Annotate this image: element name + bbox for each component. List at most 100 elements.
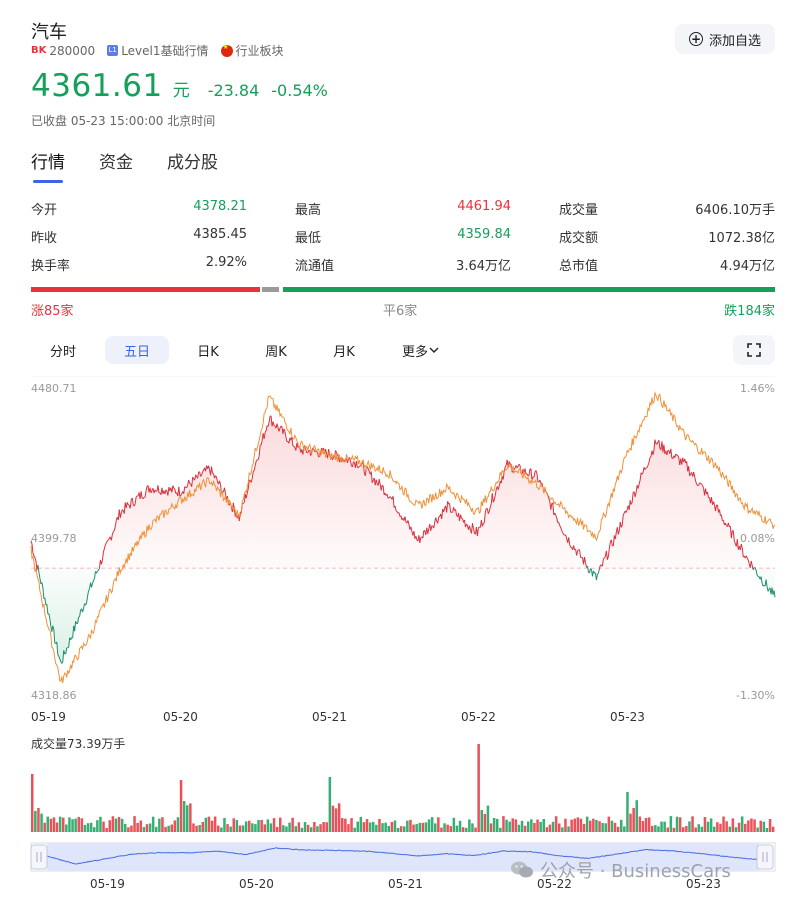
nav-date-1: 05-19 (90, 877, 125, 891)
volume-bar (170, 824, 173, 832)
volume-bar (344, 818, 347, 832)
volume-bar (598, 821, 601, 832)
price-line-segment (121, 509, 124, 511)
volume-bar (682, 827, 685, 832)
volume-bar (328, 777, 332, 832)
nav-date-3: 05-21 (388, 877, 423, 891)
volume-bar (161, 817, 164, 832)
area-below-prev-close (31, 568, 775, 664)
price-line-segment (212, 472, 214, 475)
volume-bar (700, 826, 704, 832)
level-info: L1 Level1基础行情 (107, 42, 209, 59)
volume-bar (443, 823, 446, 832)
volume-bar (127, 827, 130, 832)
period-five-day[interactable]: 五日 (105, 336, 169, 364)
current-price: 4361.61 (31, 68, 163, 104)
breadth-down-count: 跌184家 (724, 304, 775, 319)
volume-bar (657, 826, 660, 832)
volume-bar (740, 816, 744, 832)
volume-bar (756, 827, 759, 832)
fullscreen-button[interactable] (733, 335, 775, 365)
period-more-label: 更多 (401, 344, 428, 360)
volume-bar (474, 827, 477, 832)
volume-bar (288, 822, 291, 832)
volume-bar (331, 805, 335, 832)
stat-label-float-cap: 流通值 (295, 259, 335, 274)
volume-bar (421, 822, 425, 832)
volume-bar (694, 827, 697, 832)
period-intraday[interactable]: 分时 (38, 336, 88, 364)
price-line-segment (173, 487, 176, 490)
stat-value-turnover: 2.92% (205, 255, 247, 270)
volume-bar (347, 824, 350, 832)
navigator-handle-left[interactable] (30, 844, 48, 870)
volume-bar (465, 827, 468, 832)
volume-bar (173, 820, 177, 832)
volume-bar (558, 823, 561, 832)
price-unit: 元 (172, 81, 190, 101)
volume-bar (381, 823, 384, 832)
volume-bar (238, 825, 242, 832)
add-watchlist-button[interactable]: + 添加自选 (675, 24, 775, 54)
volume-bar (120, 818, 124, 832)
period-weekly-k[interactable]: 周K (254, 336, 298, 364)
volume-bar (728, 826, 731, 832)
volume-bar (582, 823, 586, 832)
price-line-segment (252, 470, 255, 472)
volume-bar (434, 823, 437, 832)
stat-value-volume: 6406.10万手 (695, 203, 775, 218)
volume-bar (158, 818, 161, 832)
volume-bar (427, 819, 431, 832)
volume-bar (291, 817, 294, 832)
add-watchlist-label: 添加自选 (708, 33, 761, 49)
volume-bar (43, 822, 46, 832)
volume-bar (455, 825, 459, 832)
tab-funds[interactable]: 资金 (99, 148, 133, 183)
tab-constituents[interactable]: 成分股 (167, 148, 218, 183)
volume-bar (415, 824, 418, 832)
volume-bar (244, 821, 248, 832)
volume-bar (192, 823, 195, 832)
price-line-segment (603, 557, 605, 560)
nav-date-2: 05-20 (239, 877, 274, 891)
price-line-segment (37, 564, 40, 573)
board-info[interactable]: 行业板块 (220, 42, 284, 59)
period-monthly-k[interactable]: 月K (322, 336, 366, 364)
volume-bar (359, 816, 363, 832)
stat-value-low: 4359.84 (457, 227, 511, 242)
volume-bar (430, 817, 434, 832)
volume-bar (195, 825, 198, 832)
volume-bar (688, 821, 691, 832)
volume-bar (651, 825, 654, 832)
breadth-up-count: 涨85家 (31, 304, 74, 319)
volume-bar (241, 825, 245, 832)
volume-bar (716, 822, 719, 832)
volume-bar (753, 819, 756, 832)
volume-bar (477, 744, 480, 832)
volume-bar (341, 818, 344, 832)
volume-bar (747, 820, 750, 832)
volume-bar (632, 808, 635, 832)
volume-bar (58, 816, 62, 832)
price-chart[interactable] (0, 376, 803, 706)
volume-bar (210, 820, 214, 832)
volume-bar (505, 819, 508, 832)
volume-bar (176, 817, 180, 832)
price-line-segment (155, 490, 158, 492)
navigator-handle-right[interactable] (756, 844, 774, 870)
period-daily-k[interactable]: 日K (186, 336, 230, 364)
x-axis-date-5: 05-23 (610, 710, 645, 724)
volume-bar (440, 827, 443, 832)
period-more-dropdown[interactable]: 更多 (394, 336, 448, 364)
volume-bar (393, 820, 397, 832)
pct-axis-mid: 0.08% (740, 532, 775, 545)
volume-bar (189, 803, 192, 832)
price-line-segment (699, 482, 701, 484)
tab-quote[interactable]: 行情 (31, 148, 65, 183)
volume-bar (486, 805, 490, 832)
volume-bar (378, 818, 381, 832)
stat-value-amount: 1072.38亿 (708, 231, 775, 246)
volume-bar (719, 823, 722, 832)
volume-chart[interactable] (0, 740, 803, 835)
volume-bar (573, 818, 576, 832)
